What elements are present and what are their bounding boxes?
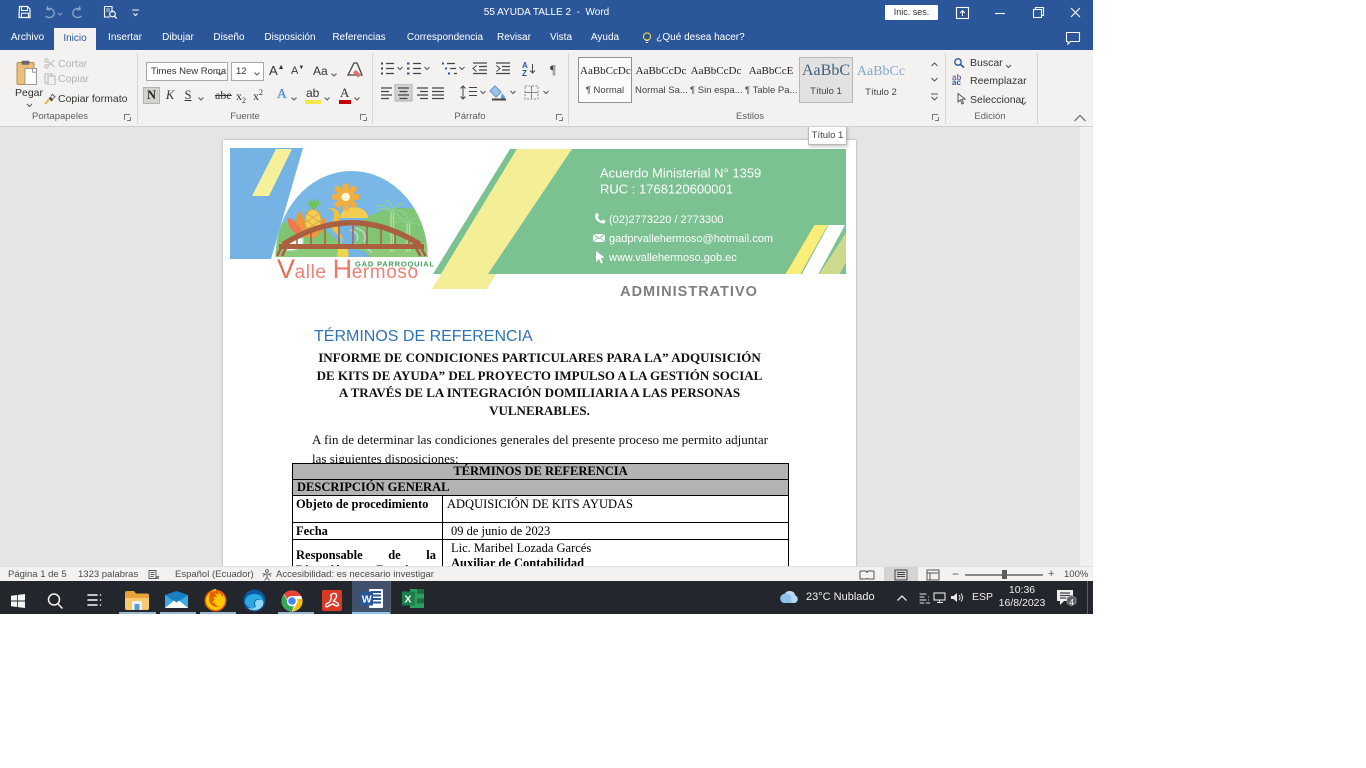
svg-text:(02)2773220 / 2773300: (02)2773220 / 2773300	[609, 214, 723, 226]
svg-text:www.vallehermoso.gob.ec: www.vallehermoso.gob.ec	[608, 252, 737, 264]
svg-text:X: X	[405, 594, 412, 606]
svg-text:RUC : 1768120600001: RUC : 1768120600001	[600, 182, 733, 197]
svg-text:Acuerdo Ministerial N° 1359: Acuerdo Ministerial N° 1359	[600, 166, 761, 181]
svg-text:W: W	[362, 594, 372, 606]
svg-text:Z: Z	[522, 69, 527, 77]
svg-text:¶: ¶	[550, 62, 556, 77]
svg-text:4: 4	[1069, 597, 1074, 607]
svg-text:gadprvallehermoso@hotmail.com: gadprvallehermoso@hotmail.com	[609, 233, 773, 245]
svg-text:ValleHermoso: ValleHermoso	[277, 254, 419, 284]
